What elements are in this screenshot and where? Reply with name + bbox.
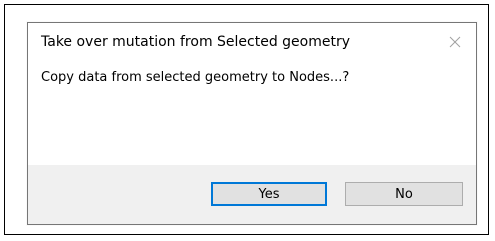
message-box-dialog: Take over mutation from Selected geometr…	[27, 22, 477, 225]
yes-button[interactable]: Yes	[211, 182, 327, 206]
close-icon	[449, 36, 461, 48]
dialog-button-bar: Yes No	[28, 165, 476, 224]
dialog-message: Copy data from selected geometry to Node…	[41, 70, 350, 85]
title-bar[interactable]: Take over mutation from Selected geometr…	[28, 23, 476, 59]
close-button[interactable]	[440, 29, 470, 55]
no-button[interactable]: No	[345, 182, 463, 206]
dialog-title: Take over mutation from Selected geometr…	[41, 34, 351, 50]
screenshot-frame: Take over mutation from Selected geometr…	[4, 4, 489, 235]
